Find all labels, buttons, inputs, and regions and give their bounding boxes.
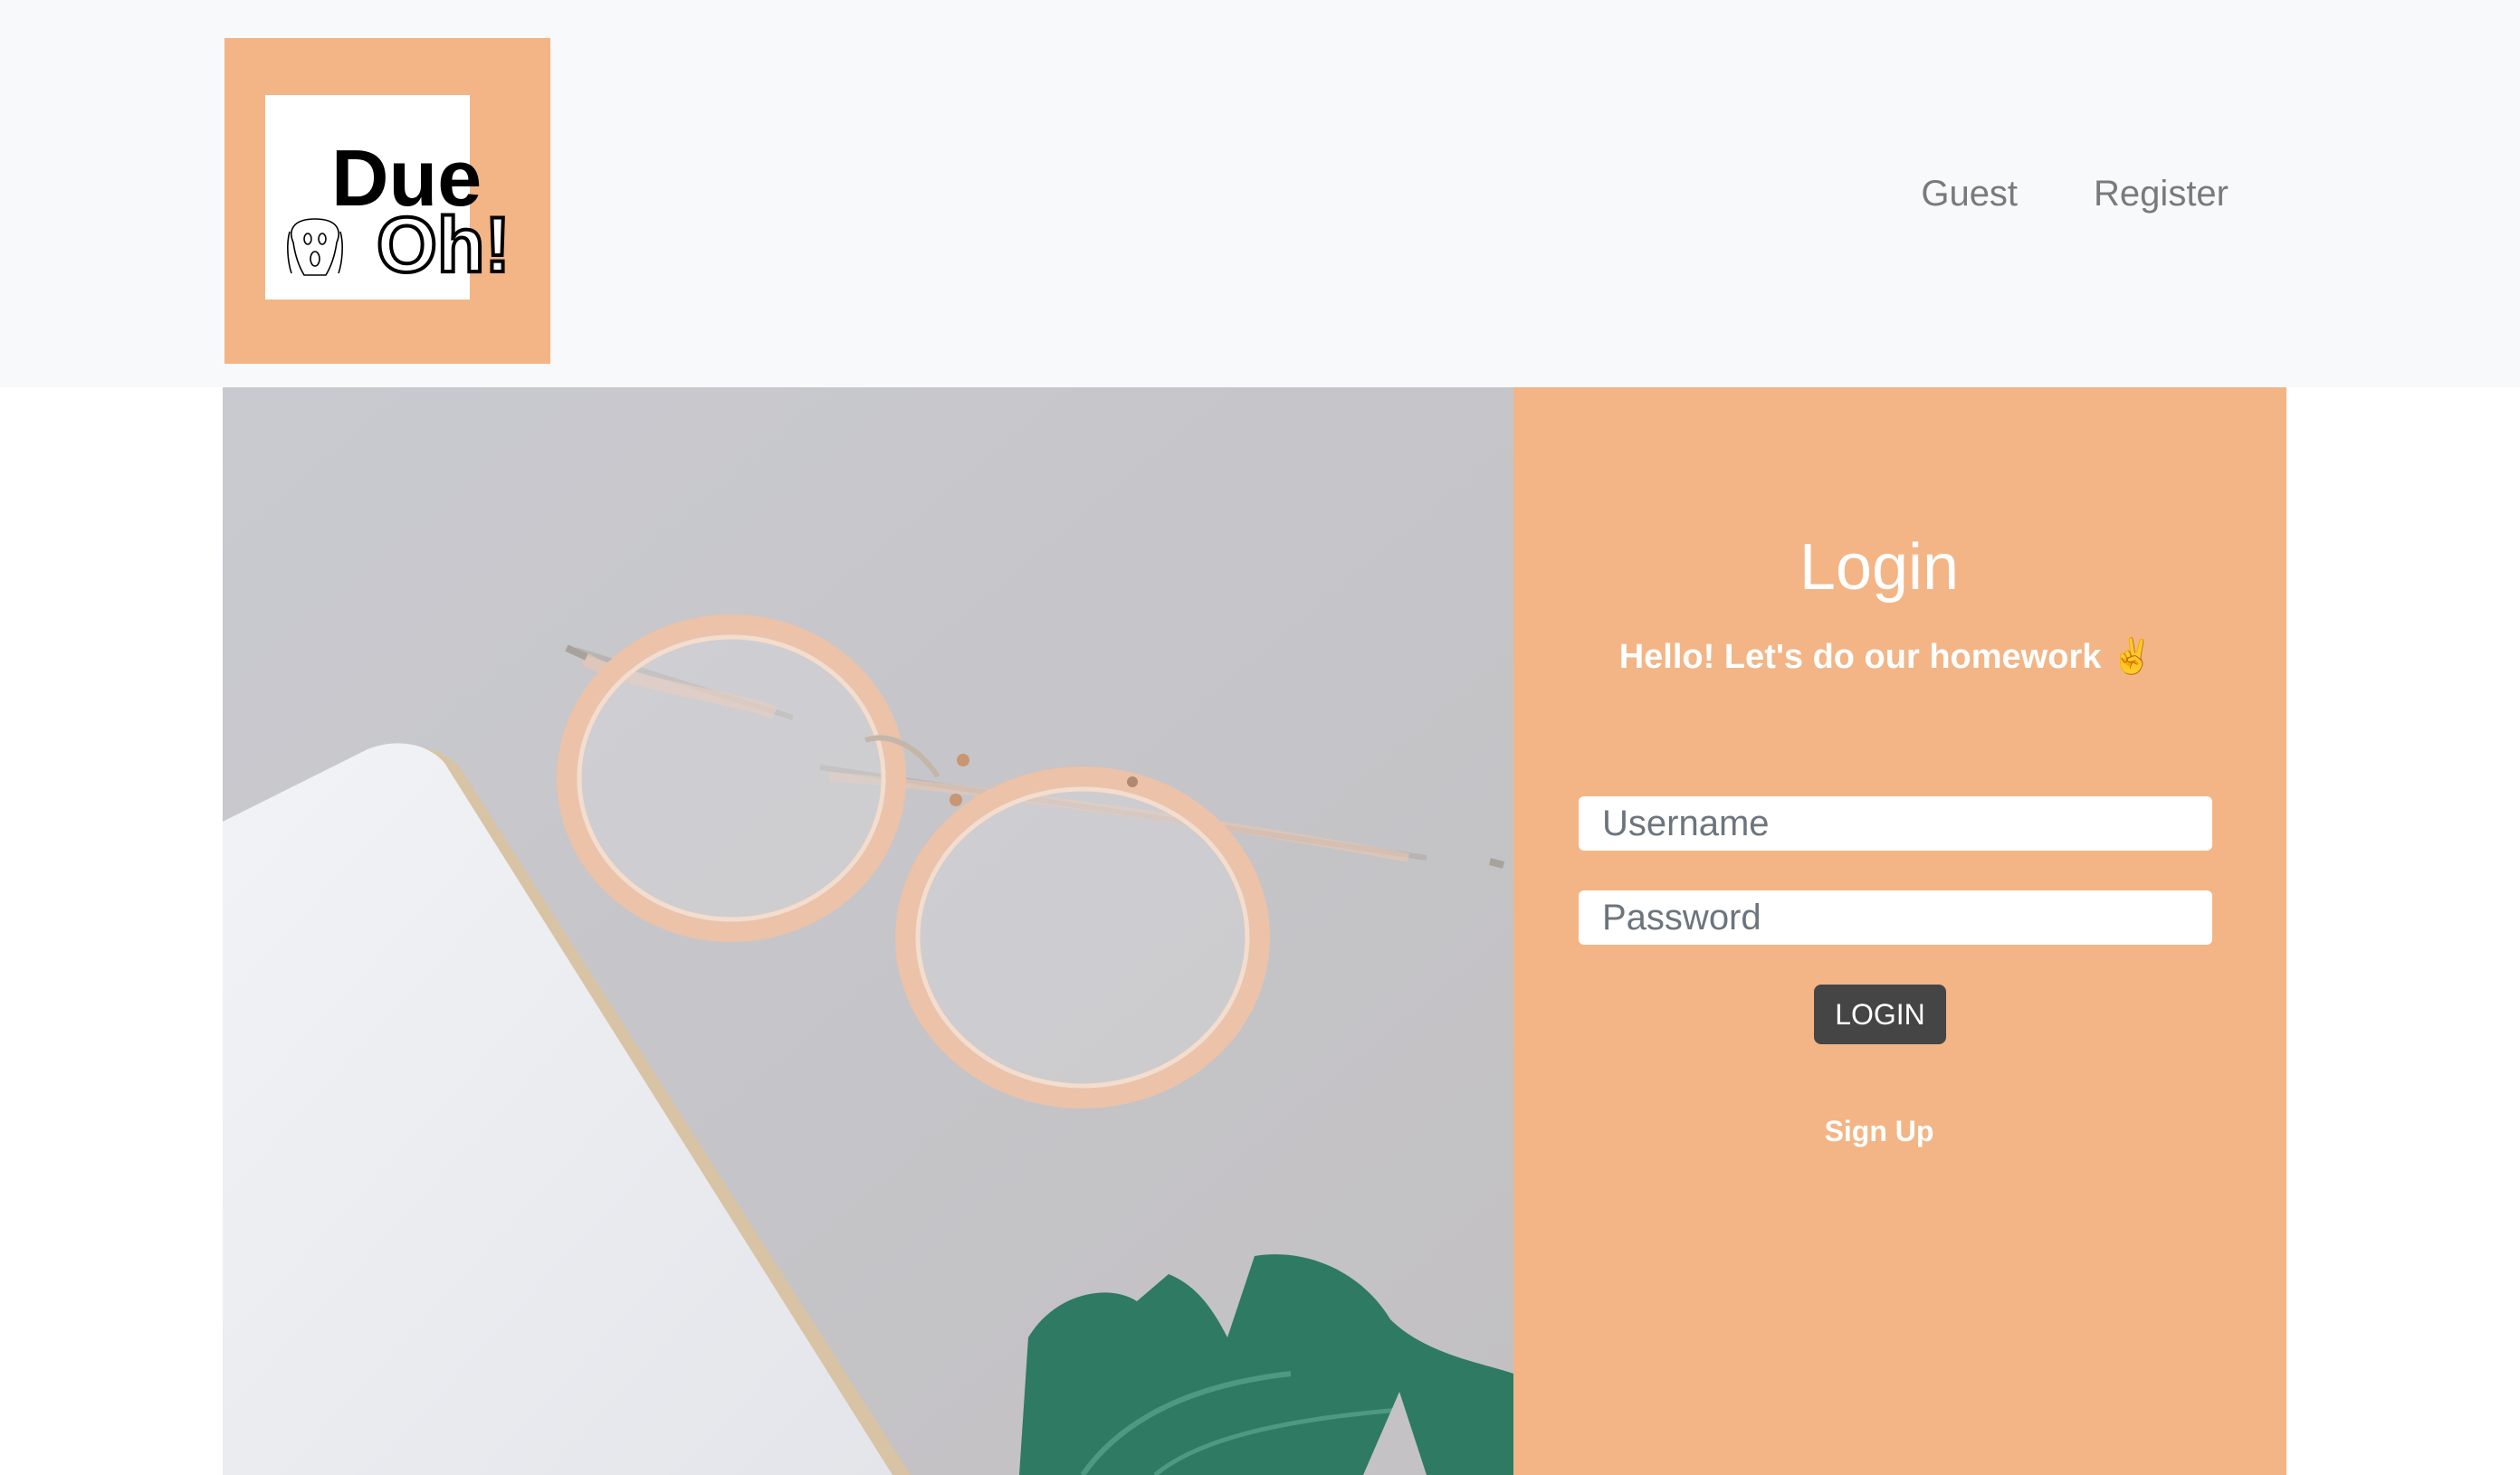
navbar: Due Oh! Guest Register	[0, 0, 2520, 387]
hero-photo	[223, 387, 1513, 1475]
logo[interactable]: Due Oh!	[224, 38, 550, 364]
login-button[interactable]: LOGIN	[1814, 985, 1946, 1044]
scream-face-icon	[287, 218, 343, 276]
glasses-notebook-leaf-photo	[223, 387, 1513, 1475]
logo-graphic: Due Oh!	[287, 133, 512, 290]
login-title: Login	[1799, 531, 1960, 604]
login-subtitle: Hello! Let's do our homework ✌️	[1618, 638, 2154, 676]
nav-guest-link[interactable]: Guest	[1921, 174, 2018, 214]
nav-register-link[interactable]: Register	[2094, 174, 2229, 214]
signup-link[interactable]: Sign Up	[1513, 1115, 2245, 1148]
logo-line2: Oh!	[377, 202, 511, 289]
nav-links: Guest Register	[1921, 174, 2229, 214]
username-input[interactable]	[1579, 796, 2212, 851]
password-input[interactable]	[1579, 890, 2212, 945]
login-panel: Login Hello! Let's do our homework ✌️ LO…	[1513, 387, 2286, 1475]
